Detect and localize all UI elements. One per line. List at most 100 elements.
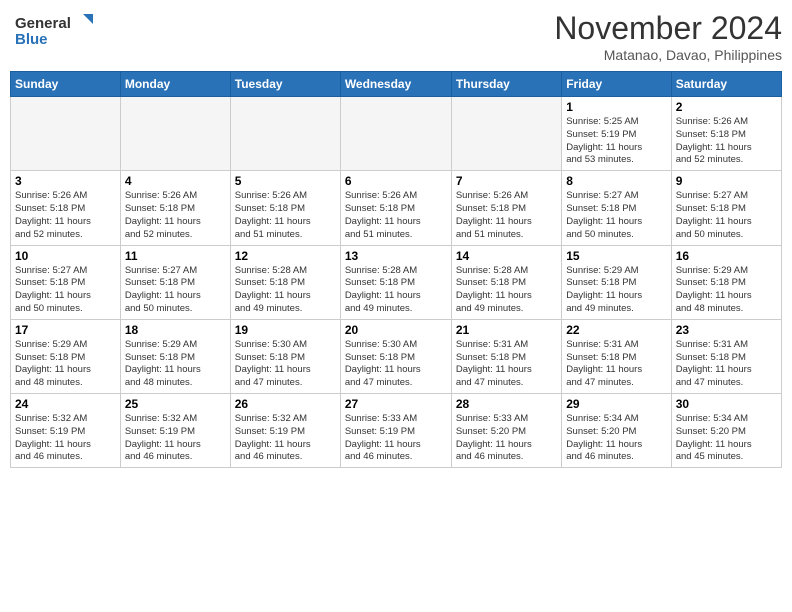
- day-info: Sunrise: 5:32 AMSunset: 5:19 PMDaylight:…: [15, 413, 116, 464]
- day-number: 18: [125, 323, 226, 337]
- day-number: 16: [676, 249, 777, 263]
- calendar-cell: 6Sunrise: 5:26 AMSunset: 5:18 PMDaylight…: [340, 171, 451, 245]
- logo-icon: General Blue: [10, 10, 100, 50]
- calendar-cell: 21Sunrise: 5:31 AMSunset: 5:18 PMDayligh…: [451, 319, 561, 393]
- calendar-cell: 3Sunrise: 5:26 AMSunset: 5:18 PMDaylight…: [11, 171, 121, 245]
- svg-text:General: General: [15, 15, 71, 32]
- svg-text:Blue: Blue: [15, 31, 48, 48]
- day-number: 13: [345, 249, 447, 263]
- calendar-cell: 15 Sunrise: 5:29 AMSunset: 5:18 PMDayligh…: [562, 245, 671, 319]
- day-number: 23: [676, 323, 777, 337]
- day-info: Sunrise: 5:30 AMSunset: 5:18 PMDaylight:…: [345, 339, 447, 390]
- calendar-cell: 12 Sunrise: 5:28 AMSunset: 5:18 PMDayligh…: [230, 245, 340, 319]
- calendar-cell: 2 Sunrise: 5:26 AMSunset: 5:18 PMDaylight…: [671, 97, 781, 171]
- calendar-cell: [230, 97, 340, 171]
- day-number: 27: [345, 397, 447, 411]
- day-info: Sunrise: 5:31 AMSunset: 5:18 PMDaylight:…: [566, 339, 666, 390]
- col-header-sunday: Sunday: [11, 72, 121, 97]
- day-info: Sunrise: 5:27 AMSunset: 5:18 PMDaylight:…: [125, 265, 226, 316]
- week-row-4: 17Sunrise: 5:29 AMSunset: 5:18 PMDayligh…: [11, 319, 782, 393]
- col-header-thursday: Thursday: [451, 72, 561, 97]
- day-info: Sunrise: 5:34 AMSunset: 5:20 PMDaylight:…: [566, 413, 666, 464]
- calendar-cell: 27 Sunrise: 5:33 AMSunset: 5:19 PMDayligh…: [340, 394, 451, 468]
- day-number: 4: [125, 174, 226, 188]
- day-number: 28: [456, 397, 557, 411]
- calendar-cell: 30Sunrise: 5:34 AMSunset: 5:20 PMDayligh…: [671, 394, 781, 468]
- calendar-cell: 28 Sunrise: 5:33 AMSunset: 5:20 PMDayligh…: [451, 394, 561, 468]
- calendar-cell: [11, 97, 121, 171]
- day-info: Sunrise: 5:28 AMSunset: 5:18 PMDaylight:…: [456, 265, 557, 316]
- day-info: Sunrise: 5:28 AMSunset: 5:18 PMDaylight:…: [235, 265, 336, 316]
- calendar-cell: 9 Sunrise: 5:27 AMSunset: 5:18 PMDaylight…: [671, 171, 781, 245]
- col-header-tuesday: Tuesday: [230, 72, 340, 97]
- title-block: November 2024 Matanao, Davao, Philippine…: [554, 10, 782, 63]
- day-number: 30: [676, 397, 777, 411]
- week-row-3: 10Sunrise: 5:27 AMSunset: 5:18 PMDayligh…: [11, 245, 782, 319]
- day-number: 19: [235, 323, 336, 337]
- col-header-monday: Monday: [120, 72, 230, 97]
- week-row-2: 3 Sunrise: 5:26 AMSunset: 5:18 PMDaylight…: [11, 171, 782, 245]
- day-number: 21: [456, 323, 557, 337]
- calendar: SundayMondayTuesdayWednesdayThursdayFrid…: [10, 71, 782, 468]
- day-number: 5: [235, 174, 336, 188]
- calendar-cell: 13 Sunrise: 5:28 AMSunset: 5:18 PMDayligh…: [340, 245, 451, 319]
- day-info: Sunrise: 5:26 AMSunset: 5:18 PMDaylight:…: [456, 190, 557, 241]
- calendar-cell: 24Sunrise: 5:32 AMSunset: 5:19 PMDayligh…: [11, 394, 121, 468]
- day-number: 25: [125, 397, 226, 411]
- subtitle: Matanao, Davao, Philippines: [554, 47, 782, 63]
- calendar-cell: 7 Sunrise: 5:26 AMSunset: 5:18 PMDaylight…: [451, 171, 561, 245]
- calendar-cell: 11 Sunrise: 5:27 AMSunset: 5:18 PMDayligh…: [120, 245, 230, 319]
- calendar-cell: 23 Sunrise: 5:31 AMSunset: 5:18 PMDayligh…: [671, 319, 781, 393]
- calendar-cell: 16 Sunrise: 5:29 AMSunset: 5:18 PMDayligh…: [671, 245, 781, 319]
- calendar-cell: 4 Sunrise: 5:26 AMSunset: 5:18 PMDaylight…: [120, 171, 230, 245]
- day-number: 3: [15, 174, 116, 188]
- calendar-cell: 17Sunrise: 5:29 AMSunset: 5:18 PMDayligh…: [11, 319, 121, 393]
- day-info: Sunrise: 5:26 AMSunset: 5:18 PMDaylight:…: [676, 116, 777, 167]
- col-header-friday: Friday: [562, 72, 671, 97]
- day-number: 8: [566, 174, 666, 188]
- day-info: Sunrise: 5:26 AMSunset: 5:18 PMDaylight:…: [125, 190, 226, 241]
- calendar-cell: [451, 97, 561, 171]
- day-info: Sunrise: 5:29 AMSunset: 5:18 PMDaylight:…: [15, 339, 116, 390]
- page: General Blue November 2024 Matanao, Dava…: [0, 0, 792, 478]
- calendar-cell: 10Sunrise: 5:27 AMSunset: 5:18 PMDayligh…: [11, 245, 121, 319]
- day-info: Sunrise: 5:33 AMSunset: 5:20 PMDaylight:…: [456, 413, 557, 464]
- day-number: 7: [456, 174, 557, 188]
- calendar-cell: 20 Sunrise: 5:30 AMSunset: 5:18 PMDayligh…: [340, 319, 451, 393]
- day-number: 11: [125, 249, 226, 263]
- calendar-cell: [340, 97, 451, 171]
- day-info: Sunrise: 5:32 AMSunset: 5:19 PMDaylight:…: [235, 413, 336, 464]
- day-info: Sunrise: 5:30 AMSunset: 5:18 PMDaylight:…: [235, 339, 336, 390]
- day-info: Sunrise: 5:31 AMSunset: 5:18 PMDaylight:…: [676, 339, 777, 390]
- header-row: SundayMondayTuesdayWednesdayThursdayFrid…: [11, 72, 782, 97]
- week-row-5: 24Sunrise: 5:32 AMSunset: 5:19 PMDayligh…: [11, 394, 782, 468]
- week-row-1: 1 Sunrise: 5:25 AMSunset: 5:19 PMDaylight…: [11, 97, 782, 171]
- day-number: 12: [235, 249, 336, 263]
- day-info: Sunrise: 5:29 AMSunset: 5:18 PMDaylight:…: [566, 265, 666, 316]
- day-number: 20: [345, 323, 447, 337]
- day-info: Sunrise: 5:27 AMSunset: 5:18 PMDaylight:…: [676, 190, 777, 241]
- col-header-wednesday: Wednesday: [340, 72, 451, 97]
- day-number: 29: [566, 397, 666, 411]
- day-info: Sunrise: 5:29 AMSunset: 5:18 PMDaylight:…: [676, 265, 777, 316]
- calendar-cell: [120, 97, 230, 171]
- day-info: Sunrise: 5:25 AMSunset: 5:19 PMDaylight:…: [566, 116, 666, 167]
- month-title: November 2024: [554, 10, 782, 47]
- day-number: 2: [676, 100, 777, 114]
- day-number: 1: [566, 100, 666, 114]
- day-info: Sunrise: 5:28 AMSunset: 5:18 PMDaylight:…: [345, 265, 447, 316]
- day-info: Sunrise: 5:33 AMSunset: 5:19 PMDaylight:…: [345, 413, 447, 464]
- logo: General Blue: [10, 10, 100, 50]
- calendar-cell: 1 Sunrise: 5:25 AMSunset: 5:19 PMDaylight…: [562, 97, 671, 171]
- day-info: Sunrise: 5:29 AMSunset: 5:18 PMDaylight:…: [125, 339, 226, 390]
- day-info: Sunrise: 5:32 AMSunset: 5:19 PMDaylight:…: [125, 413, 226, 464]
- calendar-cell: 14Sunrise: 5:28 AMSunset: 5:18 PMDayligh…: [451, 245, 561, 319]
- day-info: Sunrise: 5:26 AMSunset: 5:18 PMDaylight:…: [345, 190, 447, 241]
- day-info: Sunrise: 5:27 AMSunset: 5:18 PMDaylight:…: [566, 190, 666, 241]
- header: General Blue November 2024 Matanao, Dava…: [10, 10, 782, 63]
- calendar-cell: 18 Sunrise: 5:29 AMSunset: 5:18 PMDayligh…: [120, 319, 230, 393]
- day-number: 9: [676, 174, 777, 188]
- calendar-cell: 22Sunrise: 5:31 AMSunset: 5:18 PMDayligh…: [562, 319, 671, 393]
- day-number: 15: [566, 249, 666, 263]
- calendar-cell: 29 Sunrise: 5:34 AMSunset: 5:20 PMDayligh…: [562, 394, 671, 468]
